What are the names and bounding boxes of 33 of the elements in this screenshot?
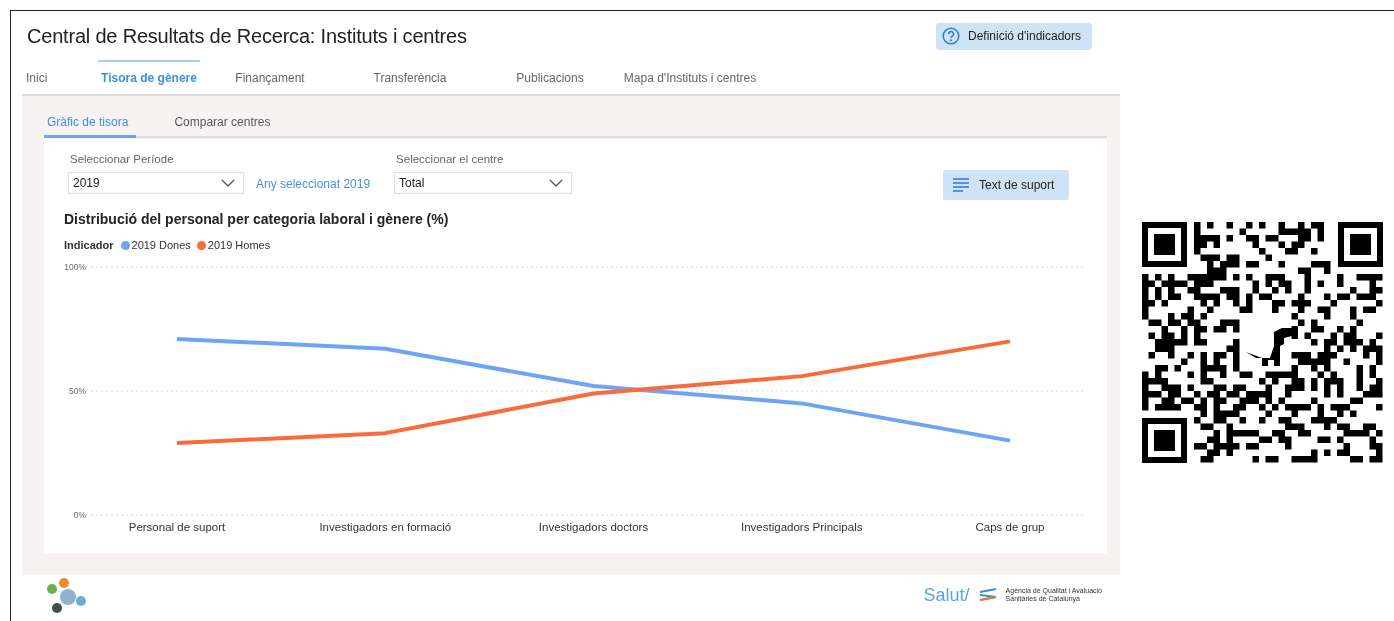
- brand-text: Salut/: [923, 584, 970, 606]
- chevron-down-icon: [221, 179, 235, 187]
- filter-label: Seleccionar el centre: [395, 153, 505, 165]
- category-label: Investigadors doctors: [538, 521, 649, 533]
- legend-label: 2019 Dones: [131, 239, 191, 251]
- selected-year-text: Any seleccionat 2019: [256, 177, 371, 191]
- category-label: Personal de suport: [128, 521, 226, 533]
- chart-title: Distribució del personal per categoria laboral i gènere (%): [64, 211, 449, 227]
- qr-code-icon: [1142, 222, 1383, 463]
- category-label: Investigadors Principals: [741, 521, 863, 533]
- chevron-down-icon: [549, 179, 564, 187]
- nav-tab[interactable]: Inici: [22, 60, 98, 94]
- axis-tick-label: 100%: [64, 262, 86, 272]
- axis-tick-label: 50%: [69, 386, 86, 396]
- agency-logo-icon: [977, 588, 998, 602]
- window-title: Central de Resultats de Recerca: Instituts i centres: [27, 24, 467, 48]
- help-button[interactable]: Definició d'indicadors: [936, 22, 1092, 50]
- axis-tick-label: 0%: [73, 510, 86, 520]
- nav-tab[interactable]: Transferència: [340, 60, 480, 94]
- nav-tab[interactable]: Finançament: [200, 60, 340, 94]
- nav-tab[interactable]: Publicacions: [480, 60, 620, 94]
- dropdown[interactable]: 2019: [68, 172, 244, 194]
- category-label: Caps de grup: [975, 521, 1045, 533]
- lines-icon: [953, 178, 969, 192]
- help-icon: [942, 27, 960, 45]
- legend-title: Indicador: [64, 239, 114, 251]
- category-label: Investigadors en formació: [319, 521, 452, 533]
- filter-label: Seleccionar Període: [69, 153, 175, 165]
- sub-tab[interactable]: Comparar centres: [171, 115, 276, 138]
- dropdown[interactable]: Total: [394, 172, 573, 194]
- legend-label: 2019 Homes: [207, 239, 271, 251]
- support-text-button[interactable]: Text de suport: [943, 170, 1069, 200]
- nav-tab[interactable]: Mapa d'Instituts i centres: [620, 60, 760, 94]
